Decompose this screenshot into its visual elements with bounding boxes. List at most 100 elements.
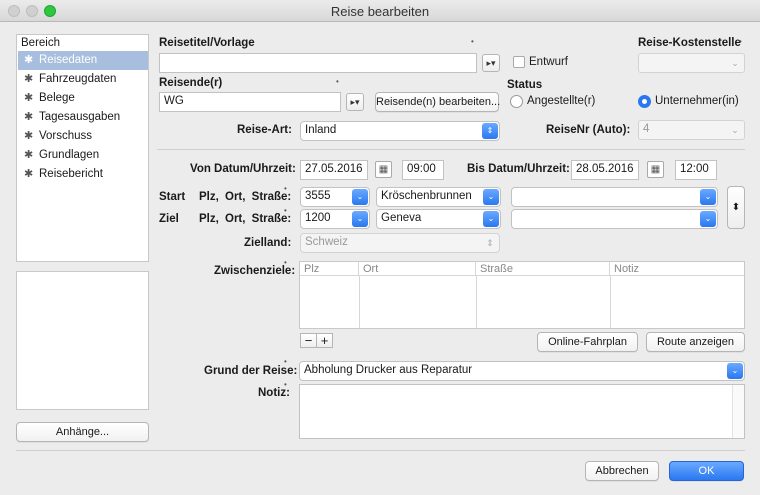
grund-combo[interactable]: Abholung Drucker aus Reparatur ⌄ (299, 361, 745, 381)
sidebar-item-tagesausgaben[interactable]: ✱ Tagesausgaben (18, 108, 148, 127)
zielland-select[interactable]: Schweiz ⇕ (300, 233, 500, 253)
required-marker: • (284, 206, 287, 215)
sidebar-item-belege[interactable]: ✱ Belege (18, 89, 148, 108)
status-radio-unternehmer[interactable] (638, 95, 651, 108)
status-label: Status (507, 79, 543, 91)
calendar-icon[interactable]: ▦ (647, 161, 664, 178)
remove-row-button[interactable]: − (300, 333, 317, 348)
add-row-button[interactable]: + (316, 333, 333, 348)
gear-icon: ✱ (24, 92, 34, 104)
attachments-button[interactable]: Anhänge... (16, 422, 149, 442)
column-header-ort[interactable]: Ort (359, 262, 476, 276)
sidebar-item-reisedaten[interactable]: ✱ Reisedaten (18, 51, 148, 70)
sidebar-list: Bereich ✱ Reisedaten ✱ Fahrzeugdaten ✱ Bele… (16, 34, 149, 262)
kostenstelle-select[interactable]: ⌄ (638, 53, 745, 73)
gear-icon: ✱ (24, 54, 34, 66)
ziel-plz-ort-strasse-label: Plz, Ort, Straße: (199, 213, 292, 225)
required-marker: • (284, 380, 287, 389)
von-date-input[interactable]: 27.05.2016 (300, 160, 368, 180)
reisende-edit-button[interactable]: Reisende(n) bearbeiten... (375, 92, 500, 112)
updown-arrows-icon: ⬍ (731, 202, 741, 213)
sidebar-item-reisebericht[interactable]: ✱ Reisebericht (18, 165, 148, 184)
zwischenziele-label: Zwischenziele: (214, 265, 296, 277)
gear-icon: ✱ (24, 111, 34, 123)
divider (16, 450, 745, 451)
column-header-notiz[interactable]: Notiz (610, 262, 744, 276)
chevron-down-icon: ⌄ (483, 211, 499, 227)
sidebar-item-grundlagen[interactable]: ✱ Grundlagen (18, 146, 148, 165)
route-anzeigen-button[interactable]: Route anzeigen (646, 332, 745, 352)
reisenr-select[interactable]: 4 ⌄ (638, 120, 745, 140)
start-plz-ort-strasse-label: Plz, Ort, Straße: (199, 191, 292, 203)
required-marker: • (336, 77, 339, 86)
von-label: Von Datum/Uhrzeit: (190, 163, 296, 175)
minus-icon: − (304, 333, 313, 348)
chevron-down-icon: ⌄ (700, 189, 716, 205)
grund-label: Grund der Reise: (204, 365, 298, 377)
bis-date-input[interactable]: 28.05.2016 (571, 160, 639, 180)
gear-icon: ✱ (24, 73, 34, 85)
start-plz-combo[interactable]: 3555 ⌄ (300, 187, 370, 207)
chevron-down-icon: ⌄ (352, 211, 368, 227)
von-time-input[interactable]: 09:00 (402, 160, 444, 180)
entwurf-checkbox[interactable] (513, 56, 525, 68)
status-option-angestellte: Angestellte(r) (527, 95, 596, 107)
chevron-down-icon: ⌄ (352, 189, 368, 205)
required-marker: • (284, 258, 287, 267)
start-ort-combo[interactable]: Kröschenbrunnen ⌄ (376, 187, 501, 207)
start-label: Start (159, 191, 186, 203)
required-marker: • (284, 357, 287, 366)
chevron-down-icon: ⌄ (731, 58, 739, 68)
column-header-strasse[interactable]: Straße (476, 262, 610, 276)
reisende-input[interactable]: WG (159, 92, 341, 112)
divider (157, 149, 745, 150)
zielland-label: Zielland: (244, 237, 292, 249)
sidebar-item-label: Grundlagen (39, 149, 100, 161)
sidebar-item-label: Tagesausgaben (39, 111, 121, 123)
gear-icon: ✱ (24, 168, 34, 180)
sidebar-item-label: Reisebericht (39, 168, 103, 180)
reisetitel-input[interactable] (159, 53, 477, 73)
sidebar-item-vorschuss[interactable]: ✱ Vorschuss (18, 127, 148, 146)
reisende-menu-icon[interactable]: ▸▾ (346, 93, 364, 111)
column-header-plz[interactable]: Plz (300, 262, 359, 276)
cancel-button[interactable]: Abbrechen (585, 461, 659, 481)
sidebar-item-label: Belege (39, 92, 75, 104)
zwischenziele-table[interactable]: Plz Ort Straße Notiz (299, 261, 745, 329)
status-option-unternehmer: Unternehmer(in) (655, 95, 739, 107)
gear-icon: ✱ (24, 149, 34, 161)
gear-icon: ✱ (24, 130, 34, 142)
plus-icon: + (320, 333, 329, 348)
reisende-label: Reisende(r) (159, 77, 223, 89)
notiz-scrollbar[interactable] (732, 385, 744, 438)
bis-time-input[interactable]: 12:00 (675, 160, 717, 180)
updown-chevron-icon: ⇕ (486, 238, 494, 248)
ziel-strasse-combo[interactable]: ⌄ (511, 209, 718, 229)
window-title: Reise bearbeiten (330, 4, 430, 19)
reiseart-select[interactable]: Inland ⇕ (300, 121, 500, 141)
chevron-down-icon: ⌄ (727, 363, 743, 379)
sidebar-item-fahrzeugdaten[interactable]: ✱ Fahrzeugdaten (18, 70, 148, 89)
attachments-list[interactable] (16, 271, 149, 410)
sidebar-header: Bereich (21, 37, 60, 49)
chevron-down-icon: ⌄ (700, 211, 716, 227)
chevron-down-icon: ⌄ (483, 189, 499, 205)
kostenstelle-label: Reise-Kostenstelle (638, 37, 741, 49)
status-radio-angestellte[interactable] (510, 95, 523, 108)
online-fahrplan-button[interactable]: Online-Fahrplan (537, 332, 638, 352)
ziel-plz-combo[interactable]: 1200 ⌄ (300, 209, 370, 229)
reisenr-label: ReiseNr (Auto): (546, 124, 631, 136)
sidebar-item-label: Fahrzeugdaten (39, 73, 117, 85)
reisetitel-menu-icon[interactable]: ▸▾ (482, 54, 500, 72)
chevron-down-icon: ⌄ (731, 125, 739, 135)
swap-start-ziel-button[interactable]: ⬍ (727, 186, 745, 229)
sidebar-item-label: Reisedaten (39, 54, 98, 66)
ziel-label: Ziel (159, 213, 179, 225)
calendar-icon[interactable]: ▦ (375, 161, 392, 178)
ok-button[interactable]: OK (669, 461, 744, 481)
updown-chevron-icon: ⇕ (482, 123, 498, 139)
notiz-textarea[interactable] (299, 384, 745, 439)
ziel-ort-combo[interactable]: Geneva ⌄ (376, 209, 501, 229)
reiseart-label: Reise-Art: (237, 124, 292, 136)
start-strasse-combo[interactable]: ⌄ (511, 187, 718, 207)
